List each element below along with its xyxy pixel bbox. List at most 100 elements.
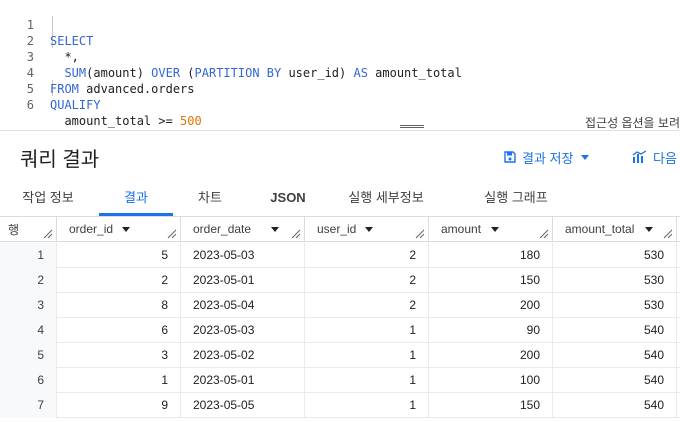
cell-user-id: 1 (305, 318, 429, 343)
resize-grip-icon[interactable] (167, 229, 177, 239)
table-row: 7 9 2023-05-05 1 150 540 (0, 393, 680, 418)
cell-amount: 200 (429, 293, 553, 318)
column-header-label: 행 (8, 223, 20, 237)
tab-results[interactable]: 결과 (99, 180, 173, 217)
cell-amount-total: 540 (553, 343, 677, 368)
code-token: amount_total >= (50, 114, 181, 128)
table-row: 1 5 2023-05-03 2 180 530 (0, 243, 680, 268)
table-row: 3 8 2023-05-04 2 200 530 (0, 293, 680, 318)
row-number: 6 (0, 368, 57, 393)
tab-chart[interactable]: 차트 (176, 180, 244, 217)
cell-amount-total: 530 (553, 268, 677, 293)
cell-order-date: 2023-05-05 (181, 393, 305, 418)
row-number: 2 (0, 268, 57, 293)
column-header-label: order_id (69, 222, 114, 236)
cell-amount: 100 (429, 368, 553, 393)
cell-order-date: 2023-05-03 (181, 318, 305, 343)
explore-data-button[interactable]: 다음 (632, 148, 677, 166)
sort-down-icon[interactable] (365, 227, 373, 232)
sort-down-icon[interactable] (645, 227, 653, 232)
table-row: 4 6 2023-05-03 1 90 540 (0, 318, 680, 343)
code-line: 5 QUALIFY (0, 65, 680, 112)
cell-user-id: 1 (305, 343, 429, 368)
row-number: 3 (0, 293, 57, 318)
column-header-user-id[interactable]: user_id (305, 217, 429, 242)
table-header-row: 행 order_id order_date user_id amount amo… (0, 217, 680, 242)
cell-amount-total: 530 (553, 293, 677, 318)
sort-down-icon[interactable] (271, 227, 279, 232)
cell-order-date: 2023-05-01 (181, 368, 305, 393)
resize-grip-icon[interactable] (43, 229, 53, 239)
tab-json[interactable]: JSON (250, 180, 326, 217)
tab-execution-graph[interactable]: 실행 그래프 (466, 180, 566, 217)
cell-amount-total: 540 (553, 318, 677, 343)
cell-amount-total: 530 (553, 243, 677, 268)
row-number: 1 (0, 243, 57, 268)
column-header-amount-total[interactable]: amount_total (553, 217, 677, 242)
line-number: 6 (26, 98, 34, 112)
cell-user-id: 2 (305, 293, 429, 318)
column-header-label: amount (441, 222, 482, 236)
cell-order-date: 2023-05-01 (181, 268, 305, 293)
column-header-label: amount_total (565, 222, 635, 236)
row-number: 5 (0, 343, 57, 368)
tab-job-info[interactable]: 작업 정보 (0, 180, 96, 217)
accessibility-hint: 접근성 옵션을 보려 (585, 116, 680, 130)
table-row: 2 2 2023-05-01 2 150 530 (0, 268, 680, 293)
save-results-label: 결과 저장 (522, 150, 574, 166)
code-line: 6 amount_total >= 500 (0, 81, 680, 128)
code-line: 3 SUM(amount) OVER (PARTITION BY user_id… (0, 33, 680, 80)
cell-user-id: 2 (305, 268, 429, 293)
code-token: QUALIFY (50, 98, 101, 112)
cell-user-id: 1 (305, 393, 429, 418)
column-header-row-number: 행 (0, 217, 57, 242)
column-header-order-date[interactable]: order_date (181, 217, 305, 242)
cell-order-id: 2 (57, 268, 181, 293)
sql-editor[interactable]: 1 SELECT 2 *, 3 SUM(amount) OVER (PARTIT… (0, 0, 680, 128)
explore-data-label: 다음 (653, 150, 677, 166)
column-header-amount[interactable]: amount (429, 217, 553, 242)
cell-order-id: 8 (57, 293, 181, 318)
cell-user-id: 2 (305, 243, 429, 268)
resize-grip-icon[interactable] (415, 229, 425, 239)
resize-grip-icon[interactable] (539, 229, 549, 239)
row-number: 4 (0, 318, 57, 343)
cell-amount-total: 540 (553, 393, 677, 418)
cell-amount: 90 (429, 318, 553, 343)
code-line: 2 *, (0, 17, 680, 64)
table-row: 5 3 2023-05-02 1 200 540 (0, 343, 680, 368)
cell-amount: 200 (429, 343, 553, 368)
resize-grip-icon[interactable] (291, 229, 301, 239)
column-header-label: user_id (317, 222, 357, 236)
cell-amount: 180 (429, 243, 553, 268)
code-token: 500 (180, 114, 202, 128)
cell-amount: 150 (429, 268, 553, 293)
code-line: 1 SELECT (0, 1, 680, 48)
row-number: 7 (0, 393, 57, 418)
results-tabs: 작업 정보 결과 차트 JSON 실행 세부정보 실행 그래프 (0, 180, 680, 217)
sort-down-icon[interactable] (122, 227, 130, 232)
resize-grip-icon[interactable] (663, 229, 673, 239)
sort-down-icon[interactable] (491, 227, 499, 232)
save-results-button[interactable]: 결과 저장 (504, 148, 590, 166)
panel-divider (0, 130, 680, 131)
table-row: 6 1 2023-05-01 1 100 540 (0, 368, 680, 393)
cell-order-date: 2023-05-03 (181, 243, 305, 268)
chevron-down-icon (581, 154, 590, 160)
cell-order-date: 2023-05-02 (181, 343, 305, 368)
results-title: 쿼리 결과 (20, 149, 100, 171)
chart-icon (632, 150, 647, 163)
cell-order-id: 9 (57, 393, 181, 418)
cell-user-id: 1 (305, 368, 429, 393)
cell-order-date: 2023-05-04 (181, 293, 305, 318)
cell-order-id: 6 (57, 318, 181, 343)
code-line: 4 FROM advanced.orders (0, 49, 680, 96)
save-icon (504, 151, 516, 163)
cell-order-id: 1 (57, 368, 181, 393)
column-header-order-id[interactable]: order_id (57, 217, 181, 242)
panel-resize-handle[interactable] (400, 125, 424, 128)
cell-order-id: 5 (57, 243, 181, 268)
cell-amount: 150 (429, 393, 553, 418)
tab-execution-details[interactable]: 실행 세부정보 (336, 180, 436, 217)
cell-amount-total: 540 (553, 368, 677, 393)
